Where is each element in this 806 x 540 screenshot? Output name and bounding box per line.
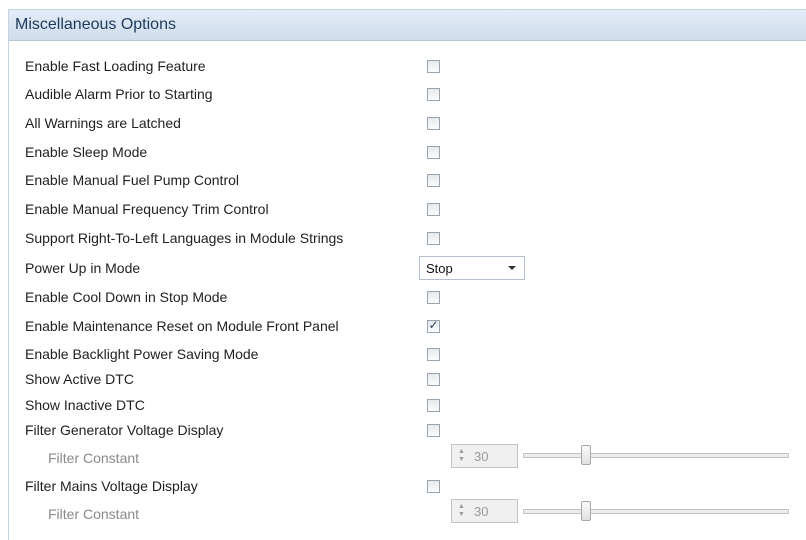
checkbox-manual-fuel-pump[interactable] xyxy=(427,174,440,187)
filter-constant-generator-slider-thumb[interactable] xyxy=(581,445,592,465)
checkbox-filter-mains-voltage[interactable] xyxy=(427,480,440,493)
checkbox-fast-loading[interactable] xyxy=(427,60,440,73)
checkbox-manual-frequency-trim[interactable] xyxy=(427,203,440,216)
option-label-power-up-mode: Power Up in Mode xyxy=(25,260,141,276)
option-label-warnings-latched: All Warnings are Latched xyxy=(25,115,181,131)
power-up-mode-value: Stop xyxy=(426,260,453,276)
checkbox-rtl-languages[interactable] xyxy=(427,232,440,245)
option-label-maintenance-reset: Enable Maintenance Reset on Module Front… xyxy=(25,318,339,334)
option-label-active-dtc: Show Active DTC xyxy=(25,371,134,387)
checkbox-filter-generator-voltage[interactable] xyxy=(427,424,440,437)
checkbox-warnings-latched[interactable] xyxy=(427,117,440,130)
filter-constant-mains-value: 30 xyxy=(474,504,489,519)
filter-constant-mains-spinner[interactable]: ▲ ▼ 30 xyxy=(451,499,518,523)
chevron-down-icon xyxy=(508,266,516,270)
option-label-manual-fuel-pump: Enable Manual Fuel Pump Control xyxy=(25,172,240,188)
option-label-inactive-dtc: Show Inactive DTC xyxy=(25,397,145,413)
spinner-arrows-icon: ▲ ▼ xyxy=(458,448,465,463)
filter-constant-generator-value: 30 xyxy=(474,449,489,464)
checkbox-audible-alarm[interactable] xyxy=(427,88,440,101)
option-label-manual-frequency-trim: Enable Manual Frequency Trim Control xyxy=(25,201,269,217)
option-label-cool-down: Enable Cool Down in Stop Mode xyxy=(25,289,228,305)
option-label-audible-alarm: Audible Alarm Prior to Starting xyxy=(25,86,213,102)
option-label-fast-loading: Enable Fast Loading Feature xyxy=(25,58,206,74)
option-label-filter-constant-generator: Filter Constant xyxy=(48,450,140,466)
option-label-filter-generator-voltage: Filter Generator Voltage Display xyxy=(25,422,224,438)
checkbox-backlight-saving[interactable] xyxy=(427,348,440,361)
option-label-filter-constant-mains: Filter Constant xyxy=(48,506,140,522)
power-up-mode-select[interactable]: Stop xyxy=(419,256,525,280)
checkbox-maintenance-reset[interactable]: ✓ xyxy=(427,318,440,333)
spinner-arrows-icon: ▲ ▼ xyxy=(458,503,465,518)
checkmark-icon: ✓ xyxy=(428,318,439,332)
option-label-filter-mains-voltage: Filter Mains Voltage Display xyxy=(25,478,198,494)
checkbox-sleep-mode[interactable] xyxy=(427,146,440,159)
panel-title: Miscellaneous Options xyxy=(9,10,806,41)
filter-constant-generator-slider-track[interactable] xyxy=(523,453,789,458)
checkbox-active-dtc[interactable] xyxy=(427,373,440,386)
option-label-rtl-languages: Support Right-To-Left Languages in Modul… xyxy=(25,230,344,246)
filter-constant-mains-slider-track[interactable] xyxy=(523,509,789,514)
option-label-backlight-saving: Enable Backlight Power Saving Mode xyxy=(25,346,259,362)
filter-constant-generator-spinner[interactable]: ▲ ▼ 30 xyxy=(451,444,518,468)
filter-constant-mains-slider-thumb[interactable] xyxy=(581,501,592,521)
checkbox-inactive-dtc[interactable] xyxy=(427,399,440,412)
checkbox-cool-down[interactable] xyxy=(427,291,440,304)
option-label-sleep-mode: Enable Sleep Mode xyxy=(25,144,148,160)
